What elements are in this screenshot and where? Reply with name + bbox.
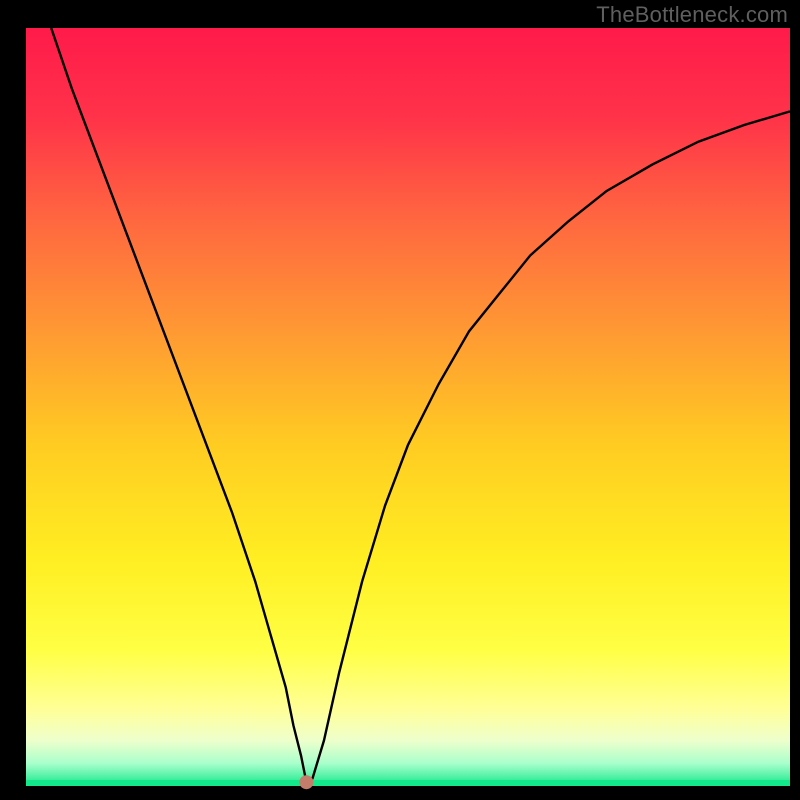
- optimum-marker: [299, 775, 313, 789]
- bottleneck-chart: [0, 0, 800, 800]
- watermark-text: TheBottleneck.com: [596, 2, 788, 28]
- gradient-background: [26, 28, 790, 786]
- baseline-strip: [26, 780, 790, 786]
- chart-frame: TheBottleneck.com: [0, 0, 800, 800]
